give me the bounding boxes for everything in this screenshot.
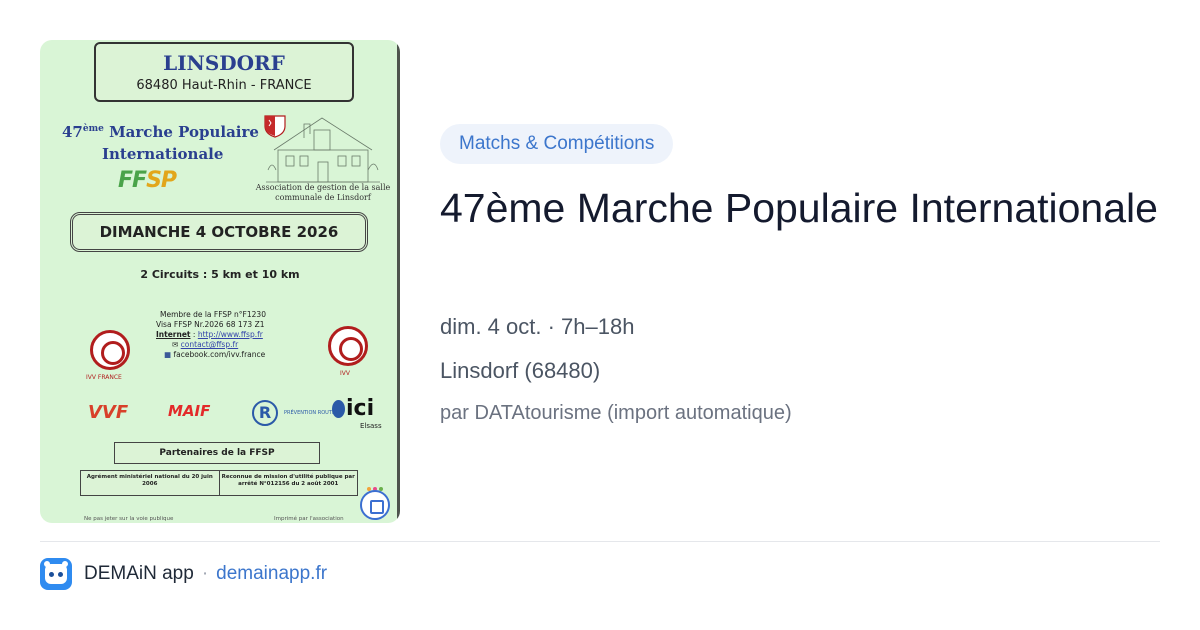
agreement-left: Agrément ministériel national du 20 juin… [86, 474, 213, 487]
poster-march-num: 47 [62, 123, 83, 141]
ffsp-logo-b: SP [146, 168, 177, 193]
poster-march-sup: ème [82, 124, 104, 134]
footer-separator: · [201, 563, 209, 584]
event-datetime: dim. 4 oct. · 7h–18h [440, 314, 635, 339]
poster-edge [397, 40, 400, 523]
sponsor-ici-sub: Elsass [360, 422, 382, 430]
app-name: DEMAiN app [84, 563, 194, 584]
poster-partners-box: Partenaires de la FFSP [114, 442, 320, 464]
event-title: 47ème Marche Populaire Internationale [440, 185, 1158, 231]
members-line2: Visa FFSP Nr.2026 68 173 Z1 [156, 320, 265, 329]
app-domain-link[interactable]: demainapp.fr [216, 563, 327, 584]
event-poster-image[interactable]: LINSDORF 68480 Haut-Rhin - FRANCE 47ème … [40, 40, 400, 523]
poster-date-banner: DIMANCHE 4 OCTOBRE 2026 [70, 212, 368, 252]
poster-footer-right: Imprimé par l'association [274, 516, 344, 522]
ici-dot-icon [332, 400, 345, 418]
members-facebook: ■ facebook.com/ivv.france [156, 350, 266, 360]
poster-march-title: 47ème Marche Populaire Internationale [62, 118, 259, 165]
calendar-icon [360, 490, 390, 520]
app-icon-face [45, 564, 67, 584]
footer-divider [40, 541, 1160, 542]
poster-march-line2: Internationale [102, 145, 224, 163]
ivv-badge-left-icon [90, 330, 130, 370]
app-icon-eye-left [49, 572, 54, 577]
contact-email: contact@ffsp.fr [180, 340, 239, 349]
sponsor-maif-logo: MAIF [168, 402, 211, 420]
sponsor-prevention-routiere-logo: R [252, 400, 278, 426]
facebook-icon: ■ [164, 350, 172, 359]
category-tag[interactable]: Matchs & Compétitions [440, 124, 674, 164]
app-icon-eye-right [58, 572, 63, 577]
members-internet: Internet : http://www.ffsp.fr [156, 330, 263, 339]
poster-circuits: 2 Circuits : 5 km et 10 km [140, 268, 300, 281]
poster-header-box: LINSDORF 68480 Haut-Rhin - FRANCE [94, 42, 354, 102]
town-hall-sketch [266, 117, 380, 183]
poster-dept: 68480 Haut-Rhin - FRANCE [136, 78, 312, 93]
badge-caption-right: IVV [340, 370, 350, 377]
ivv-badge-right-icon [328, 326, 368, 366]
sponsor-ici-logo: ici [346, 396, 375, 421]
internet-label: Internet [156, 330, 191, 339]
facebook-text: facebook.com/ivv.france [173, 350, 266, 359]
demain-app-icon [40, 558, 72, 590]
poster-agreement-box: Agrément ministériel national du 20 juin… [80, 470, 358, 496]
ffsp-logo-a: FF [118, 168, 147, 193]
sponsor-vvf-logo: VVF [88, 402, 129, 423]
agreement-right: Reconnue de mission d'utilité publique p… [218, 471, 358, 495]
event-location: Linsdorf (68480) [440, 358, 601, 383]
members-line1: Membre de la FFSP n°F1230 [160, 310, 266, 319]
poster-members-info: Membre de la FFSP n°F1230 Visa FFSP Nr.2… [156, 310, 266, 360]
poster-association: Association de gestion de la salle commu… [255, 183, 391, 202]
event-source: par DATAtourisme (import automatique) [440, 402, 792, 424]
poster-town: LINSDORF [163, 51, 285, 75]
internet-url: http://www.ffsp.fr [197, 330, 263, 339]
members-contact: ✉ contact@ffsp.fr [172, 340, 239, 349]
badge-caption-left: IVV FRANCE [86, 374, 122, 381]
ffsp-logo: FFSP [118, 168, 177, 193]
footer-app-line: DEMAiN app · demainapp.fr [84, 562, 327, 586]
poster-march-rest: Marche Populaire [103, 123, 259, 141]
poster-footer-left: Ne pas jeter sur la voie publique [84, 516, 174, 522]
